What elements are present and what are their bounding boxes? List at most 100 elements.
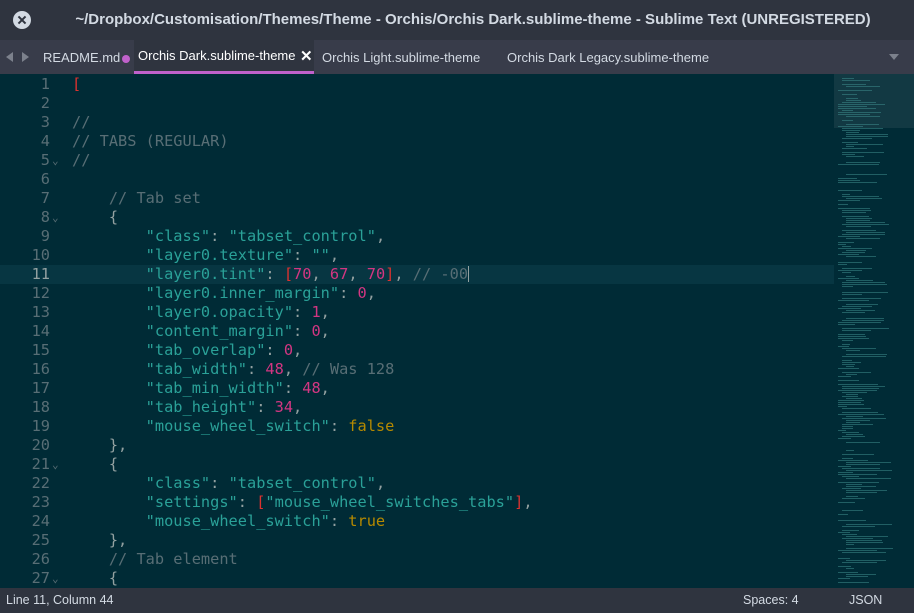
minimap-line (842, 476, 859, 477)
code-line[interactable]: 24 "mouse_wheel_switch": true (0, 512, 834, 531)
code-line[interactable]: 7 // Tab set (0, 189, 834, 208)
minimap-line (846, 280, 873, 281)
minimap-line (842, 392, 867, 393)
minimap-line (842, 142, 858, 143)
minimap-line (838, 380, 859, 381)
minimap-line (838, 200, 860, 201)
minimap-line (842, 282, 885, 283)
minimap-line (838, 438, 851, 439)
code-line[interactable]: 12 "layer0.inner_margin": 0, (0, 284, 834, 303)
line-number: 11 (31, 265, 50, 283)
minimap-line (842, 94, 857, 95)
minimap-line (842, 348, 876, 349)
code-line[interactable]: 14 "content_margin": 0, (0, 322, 834, 341)
code-line[interactable]: 26 // Tab element (0, 550, 834, 569)
code-line[interactable]: 1[ (0, 75, 834, 94)
code-line[interactable]: 10 "layer0.texture": "", (0, 246, 834, 265)
tab-dropdown-icon[interactable] (889, 54, 899, 60)
fold-chevron-icon[interactable]: ⌄ (52, 151, 59, 170)
code-line[interactable]: 19 "mouse_wheel_switch": false (0, 417, 834, 436)
tab-readme[interactable]: README.md (36, 40, 120, 74)
code-line[interactable]: 6 (0, 170, 834, 189)
minimap-line (842, 230, 876, 231)
minimap-line (842, 424, 873, 425)
tab-label: README.md (43, 50, 121, 65)
minimap-line (842, 386, 885, 387)
code-line[interactable]: 5 ⌄ // (0, 151, 834, 170)
code-line[interactable]: 21 ⌄ { (0, 455, 834, 474)
minimap-line (846, 232, 885, 233)
code-text: "settings": ["mouse_wheel_switches_tabs"… (72, 493, 533, 511)
line-number: 8 (40, 208, 50, 226)
arrow-right-icon[interactable] (22, 52, 29, 62)
minimap-line (838, 404, 864, 405)
minimap-line (838, 106, 867, 107)
minimap-line (846, 486, 876, 487)
arrow-left-icon[interactable] (6, 52, 13, 62)
code-line[interactable]: 3 // (0, 113, 834, 132)
code-line[interactable]: 8 ⌄ { (0, 208, 834, 227)
minimap-line (838, 368, 859, 369)
minimap-line (838, 514, 848, 515)
tab-orchis-light[interactable]: Orchis Light.sublime-theme (315, 40, 495, 74)
syntax-selector[interactable]: JSON (849, 588, 882, 613)
minimap-line (838, 248, 872, 249)
fold-chevron-icon[interactable]: ⌄ (52, 569, 59, 588)
minimap-line (846, 144, 883, 145)
code-line[interactable]: 23 "settings": ["mouse_wheel_switches_ta… (0, 493, 834, 512)
line-number: 12 (31, 284, 50, 302)
code-text: { (72, 455, 119, 473)
minimap-line (838, 502, 855, 503)
minimap-line (842, 294, 862, 295)
code-line[interactable]: 18 "tab_height": 34, (0, 398, 834, 417)
code-line[interactable]: 20 }, (0, 436, 834, 455)
code-line[interactable]: 16 "tab_width": 48, // Was 128 (0, 360, 834, 379)
tab-orchis-dark-legacy[interactable]: Orchis Dark Legacy.sublime-theme (500, 40, 720, 74)
minimap-line (842, 428, 853, 429)
minimap-line (842, 210, 871, 211)
minimap-line (838, 376, 851, 377)
minimap[interactable] (834, 74, 914, 588)
minimap-line (846, 374, 857, 375)
minimap-line (846, 434, 863, 435)
code-line[interactable]: 4 // TABS (REGULAR) (0, 132, 834, 151)
minimap-line (838, 104, 885, 105)
minimap-line (842, 268, 872, 269)
minimap-line (842, 292, 888, 293)
minimap-line (846, 132, 859, 133)
line-number: 15 (31, 341, 50, 359)
tab-orchis-dark[interactable]: Orchis Dark.sublime-theme (134, 40, 314, 74)
minimap-line (842, 216, 869, 217)
minimap-line (846, 548, 893, 549)
code-line[interactable]: 13 "layer0.opacity": 1, (0, 303, 834, 322)
minimap-line (838, 472, 853, 473)
minimap-line (846, 198, 882, 199)
fold-chevron-icon[interactable]: ⌄ (52, 455, 59, 474)
code-editor[interactable]: 1[2 3//4// TABS (REGULAR) 5 ⌄//6 7 // Tab se… (0, 74, 834, 588)
code-line[interactable]: 9 "class": "tabset_control", (0, 227, 834, 246)
minimap-line (838, 414, 884, 415)
code-line[interactable]: 2 (0, 94, 834, 113)
code-line[interactable]: 25 }, (0, 531, 834, 550)
indentation-setting[interactable]: Spaces: 4 (743, 588, 799, 613)
fold-chevron-icon[interactable]: ⌄ (52, 208, 59, 227)
minimap-line (846, 464, 880, 465)
minimap-line (838, 190, 862, 191)
minimap-line (838, 482, 879, 483)
minimap-line (838, 578, 850, 579)
code-line[interactable]: 11 "layer0.tint": [70, 67, 70], // -00 (0, 265, 834, 284)
minimap-line (842, 78, 854, 79)
code-line[interactable]: 27 ⌄ { (0, 569, 834, 588)
minimap-line (842, 224, 889, 225)
minimap-line (842, 458, 853, 459)
minimap-line (842, 372, 871, 373)
minimap-line (842, 272, 851, 273)
tab-close-icon[interactable]: ✕ (300, 47, 313, 67)
code-text: { (72, 208, 119, 226)
code-line[interactable]: 17 "tab_min_width": 48, (0, 379, 834, 398)
code-line[interactable]: 15 "tab_overlap": 0, (0, 341, 834, 360)
line-number: 27 (31, 569, 50, 587)
cursor-position[interactable]: Line 11, Column 44 (6, 588, 113, 613)
window-close-button[interactable] (13, 11, 31, 29)
code-line[interactable]: 22 "class": "tabset_control", (0, 474, 834, 493)
